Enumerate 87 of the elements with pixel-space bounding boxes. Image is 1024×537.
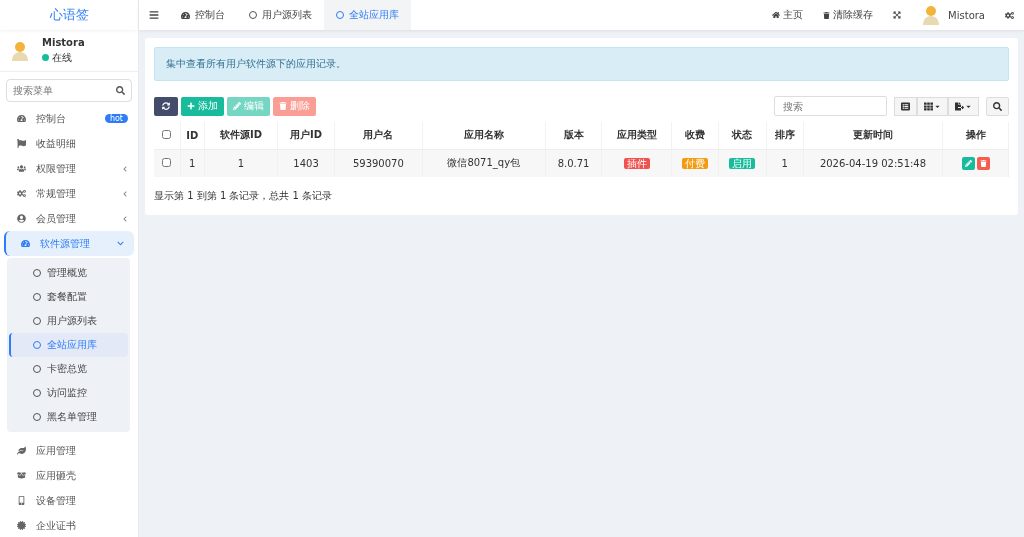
hot-badge: hot	[104, 114, 128, 123]
table-cell: 2026-04-19 02:51:48	[803, 149, 943, 177]
settings-icon	[1005, 10, 1014, 20]
submenu-item[interactable]: 黑名单管理	[9, 405, 128, 429]
column-header: 用户名	[334, 122, 423, 149]
tab[interactable]: 控制台	[169, 0, 237, 30]
menu-item[interactable]: 常规管理	[0, 181, 138, 206]
box-icon	[17, 471, 26, 480]
menu-item[interactable]: 会员管理	[0, 206, 138, 231]
columns-button[interactable]	[917, 96, 948, 116]
column-header: 排序	[766, 122, 804, 149]
table-cell: 1	[204, 149, 278, 177]
search-button[interactable]	[986, 96, 1009, 116]
column-header: 操作	[942, 122, 1009, 149]
user-menu[interactable]: Mistora	[911, 4, 995, 26]
trash-icon	[279, 102, 287, 110]
dashboard-icon	[17, 114, 26, 123]
table-cell: 8.0.71	[545, 149, 602, 177]
select-all-checkbox[interactable]	[162, 129, 172, 139]
submenu-item[interactable]: 管理概览	[9, 261, 128, 285]
user-icon	[17, 214, 26, 223]
menu-item[interactable]: 设备管理	[0, 488, 138, 513]
table-cell: 微信8071_qy包	[422, 149, 546, 177]
refresh-icon	[162, 102, 170, 110]
badge-icon	[17, 521, 26, 530]
pencil-icon	[964, 159, 972, 167]
tab[interactable]: 用户源列表	[237, 0, 324, 30]
column-header: 应用类型	[601, 122, 672, 149]
menu-item[interactable]: 应用管理	[0, 438, 138, 463]
menu-item[interactable]: 应用砸壳	[0, 463, 138, 488]
search-icon	[993, 101, 1002, 111]
refresh-button[interactable]	[154, 96, 178, 116]
column-header: 软件源ID	[204, 122, 278, 149]
export-icon	[955, 101, 964, 111]
dashboard-icon	[21, 239, 30, 248]
menu-search-field[interactable]: 搜索菜单	[6, 79, 132, 102]
menu-icon[interactable]	[149, 10, 159, 20]
menu-item[interactable]: 控制台 hot	[0, 106, 138, 131]
status-tag: 插件	[623, 157, 650, 169]
search-icon	[116, 86, 125, 95]
status-tag: 启用	[729, 157, 756, 169]
trash-icon	[823, 11, 831, 19]
avatar-icon	[921, 4, 942, 26]
submenu-item[interactable]: 用户源列表	[9, 309, 128, 333]
menu-item[interactable]: 权限管理	[0, 156, 138, 181]
column-header: 收费	[671, 122, 719, 149]
brand-title: 心语签	[0, 0, 138, 30]
phone-icon	[17, 496, 26, 505]
table-search-field[interactable]: 搜索	[774, 96, 887, 116]
status-tag: 付费	[682, 157, 709, 169]
column-header: 状态	[718, 122, 767, 149]
info-notice: 集中查看所有用户软件源下的应用记录。	[154, 47, 1009, 81]
tab[interactable]: 全站应用库	[324, 0, 411, 30]
column-header: 更新时间	[803, 122, 943, 149]
plus-icon	[187, 102, 195, 110]
row-checkbox[interactable]	[162, 157, 172, 167]
export-button[interactable]	[948, 96, 979, 116]
header-link[interactable]: 主页	[762, 8, 814, 22]
header-link[interactable]: 清除缓存	[813, 8, 884, 22]
delete-button[interactable]	[976, 156, 990, 170]
user-status: 在线	[52, 50, 72, 65]
column-header: 版本	[545, 122, 602, 149]
flag-icon	[17, 139, 26, 148]
submenu-item[interactable]: 卡密总览	[9, 357, 128, 381]
pagination-info: 显示第 1 到第 1 条记录，总共 1 条记录	[154, 189, 334, 203]
avatar-icon	[10, 39, 30, 62]
submenu-item[interactable]: 套餐配置	[9, 285, 128, 309]
toggle-view-button[interactable]	[894, 96, 917, 116]
column-header: 应用名称	[422, 122, 546, 149]
cogs-icon	[17, 189, 26, 198]
menu-item[interactable]: 软件源管理	[4, 231, 134, 256]
trash-icon	[979, 159, 987, 167]
expand-icon	[893, 11, 902, 19]
leaf-icon	[17, 446, 26, 455]
menu-item[interactable]: 收益明细	[0, 131, 138, 156]
home-icon	[772, 11, 781, 19]
grid-icon	[924, 101, 933, 111]
dashboard-icon	[181, 10, 190, 20]
users-icon	[17, 164, 26, 173]
list-icon	[901, 101, 910, 111]
column-header: ID	[180, 122, 205, 149]
user-name: Mistora	[42, 36, 85, 48]
pencil-icon	[233, 102, 241, 110]
submenu-item[interactable]: 访问监控	[9, 381, 128, 405]
column-header: 用户ID	[277, 122, 335, 149]
table-cell: 59390070	[334, 149, 423, 177]
menu-item[interactable]: 企业证书	[0, 513, 138, 537]
